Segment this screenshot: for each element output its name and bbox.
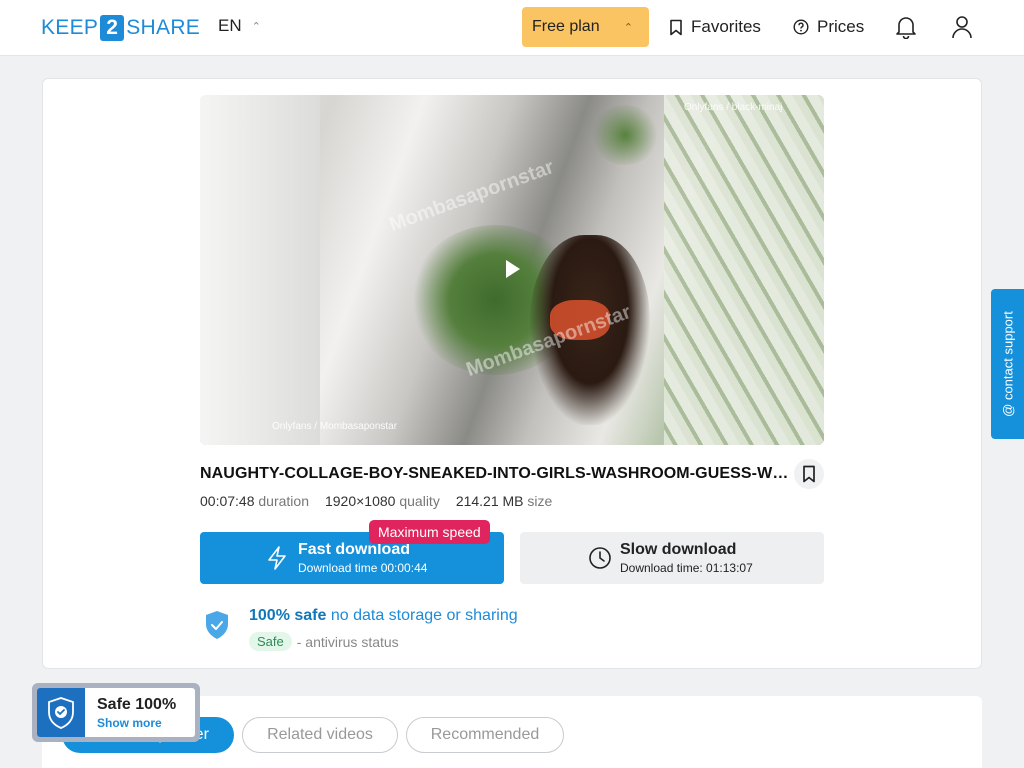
duration-info: 00:07:48 duration bbox=[200, 493, 309, 509]
safety-strong-text: 100% safe bbox=[249, 607, 327, 624]
antivirus-status-label: - antivirus status bbox=[296, 633, 399, 650]
prices-label: Prices bbox=[817, 17, 865, 36]
video-watermark-diagonal: Mombasapornstar bbox=[386, 156, 557, 237]
chevron-up-icon: ⌃ bbox=[251, 20, 261, 33]
file-title: NAUGHTY-COLLAGE-BOY-SNEAKED-INTO-GIRLS-W… bbox=[200, 465, 792, 482]
duration-value: 00:07:48 bbox=[200, 493, 255, 509]
logo-text-keep: KEEP bbox=[41, 16, 99, 39]
slow-download-time: Download time: 01:13:07 bbox=[620, 561, 753, 575]
notifications-button[interactable] bbox=[893, 14, 919, 40]
size-info: 214.21 MB size bbox=[456, 493, 553, 509]
safety-headline: 100% safe no data storage or sharing bbox=[249, 607, 518, 625]
tab-related-videos[interactable]: Related videos bbox=[242, 717, 398, 753]
safety-light-text: no data storage or sharing bbox=[330, 607, 518, 624]
video-watermark-bottom: Onlyfans / Mombasaponstar bbox=[272, 421, 398, 432]
safe-widget-shield bbox=[37, 688, 85, 737]
account-button[interactable] bbox=[949, 14, 975, 40]
user-icon bbox=[952, 16, 972, 39]
plan-label: Free plan bbox=[532, 18, 600, 35]
maximum-speed-badge: Maximum speed bbox=[369, 520, 490, 544]
contact-support-tab[interactable]: @ contact support bbox=[991, 289, 1024, 439]
top-header: KEEP 2 SHARE EN ⌃ Free plan ⌃ Favorites … bbox=[0, 0, 1024, 56]
file-meta: 00:07:48 duration 1920×1080 quality 214.… bbox=[200, 493, 552, 509]
add-to-favorites-button[interactable] bbox=[794, 459, 824, 489]
bookmark-icon bbox=[670, 19, 682, 35]
file-title-row: NAUGHTY-COLLAGE-BOY-SNEAKED-INTO-GIRLS-W… bbox=[200, 459, 824, 489]
clock-icon bbox=[589, 547, 611, 569]
safe-widget-panel: Safe 100% Show more bbox=[37, 688, 195, 737]
logo-text-share: SHARE bbox=[126, 16, 201, 39]
favorites-label: Favorites bbox=[691, 17, 761, 36]
size-value: 214.21 MB bbox=[455, 493, 524, 509]
chevron-up-icon: ⌃ bbox=[623, 21, 633, 34]
prices-link[interactable]: Prices bbox=[793, 16, 864, 38]
logo-number: 2 bbox=[100, 15, 125, 41]
duration-label: duration bbox=[258, 493, 309, 509]
size-label: size bbox=[527, 493, 553, 509]
video-preview[interactable]: Mombasapornstar Mombasapornstar Onlyfans… bbox=[200, 95, 824, 445]
slow-download-label: Slow download bbox=[620, 541, 737, 558]
quality-value: 1920×1080 bbox=[324, 493, 396, 509]
video-watermark-top: Onlyfans / black-minaj bbox=[684, 102, 783, 113]
play-icon[interactable] bbox=[506, 260, 520, 278]
lightning-icon bbox=[268, 546, 286, 570]
bookmark-icon bbox=[803, 465, 815, 483]
video-scene-wall bbox=[200, 95, 320, 445]
language-label: EN bbox=[218, 16, 242, 35]
quality-label: quality bbox=[399, 493, 440, 509]
safe-widget[interactable]: Safe 100% Show more bbox=[32, 683, 200, 742]
quality-info: 1920×1080 quality bbox=[325, 493, 440, 509]
help-circle-icon bbox=[793, 19, 809, 35]
show-more-link[interactable]: Show more bbox=[97, 716, 162, 730]
fast-download-time: Download time 00:00:44 bbox=[298, 561, 428, 575]
keep2share-logo[interactable]: KEEP 2 SHARE bbox=[41, 15, 200, 41]
safe-status-pill: Safe bbox=[249, 632, 292, 651]
favorites-link[interactable]: Favorites bbox=[669, 16, 761, 38]
shield-check-icon bbox=[206, 611, 228, 639]
plan-dropdown-button[interactable]: Free plan ⌃ bbox=[522, 7, 649, 47]
language-selector[interactable]: EN ⌃ bbox=[218, 16, 261, 36]
antivirus-status: Safe - antivirus status bbox=[249, 632, 399, 651]
video-scene-plant-small bbox=[590, 105, 660, 165]
safe-widget-title: Safe 100% bbox=[97, 696, 177, 713]
tab-recommended[interactable]: Recommended bbox=[406, 717, 564, 753]
slow-download-button[interactable]: Slow download Download time: 01:13:07 bbox=[520, 532, 824, 584]
shield-check-icon bbox=[48, 696, 74, 729]
video-scene-wallpaper bbox=[664, 95, 824, 445]
contact-support-label: @ contact support bbox=[1000, 311, 1015, 417]
bell-icon bbox=[896, 17, 916, 39]
